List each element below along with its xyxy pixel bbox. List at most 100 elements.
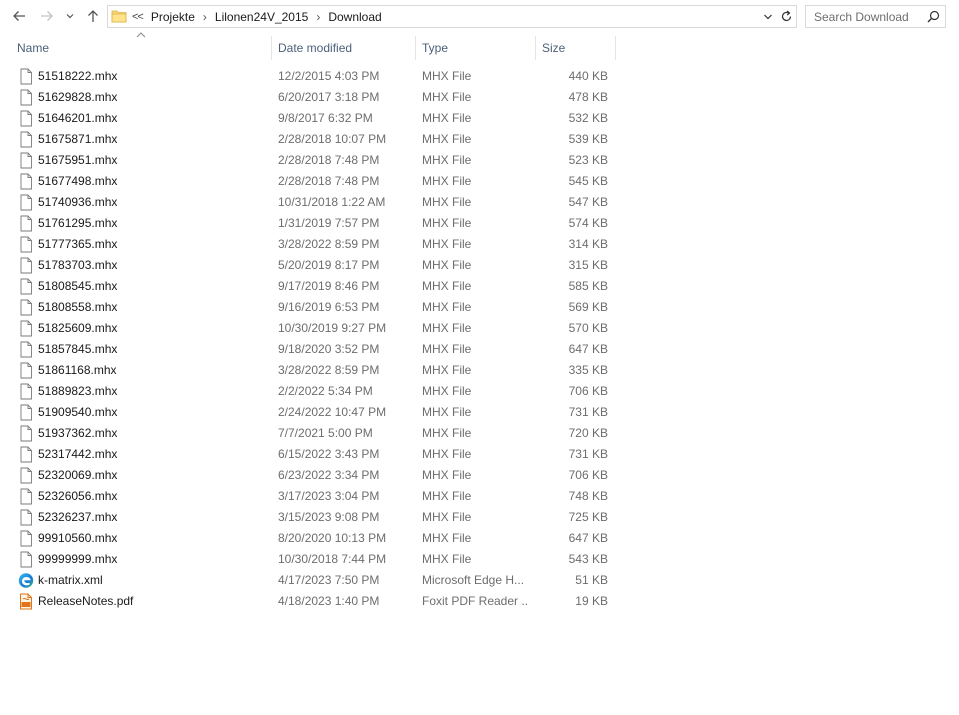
file-type: MHX File xyxy=(422,405,472,419)
column-header-date[interactable]: Date modified xyxy=(272,36,415,60)
refresh-button[interactable] xyxy=(779,9,793,24)
file-size: 647 KB xyxy=(568,531,608,545)
file-icon xyxy=(18,383,34,400)
address-history-button[interactable] xyxy=(762,10,774,24)
chevron-right-icon[interactable]: › xyxy=(316,10,320,24)
file-icon xyxy=(18,446,34,463)
navigation-bar: << Projekte › Lilonen24V_2015 › Download xyxy=(0,0,959,34)
file-row[interactable]: 51675951.mhx 2/28/2018 7:48 PM MHX File 523… xyxy=(0,150,616,171)
search-input[interactable] xyxy=(814,8,924,25)
file-size: 731 KB xyxy=(568,405,608,419)
file-icon xyxy=(18,488,34,505)
column-divider[interactable] xyxy=(615,36,616,60)
file-name: 52320069.mhx xyxy=(38,468,118,482)
file-date-modified: 4/17/2023 7:50 PM xyxy=(278,573,380,587)
file-row[interactable]: 51889823.mhx 2/2/2022 5:34 PM MHX File 706 … xyxy=(0,381,616,402)
file-date-modified: 10/31/2018 1:22 AM xyxy=(278,195,386,209)
file-row[interactable]: 52326056.mhx 3/17/2023 3:04 PM MHX File 748… xyxy=(0,486,616,507)
breadcrumb-overflow[interactable]: << xyxy=(132,11,144,23)
file-icon xyxy=(18,173,34,190)
file-icon xyxy=(18,341,34,358)
column-header-size[interactable]: Size xyxy=(536,36,615,60)
file-name: 52317442.mhx xyxy=(38,447,118,461)
breadcrumb-item-lilonen[interactable]: Lilonen24V_2015 xyxy=(215,10,308,24)
file-list: 51518222.mhx 12/2/2015 4:03 PM MHX File 440… xyxy=(0,66,620,612)
file-row[interactable]: 99910560.mhx 8/20/2020 10:13 PM MHX File 64… xyxy=(0,528,616,549)
file-row[interactable]: 51808558.mhx 9/16/2019 6:53 PM MHX File 569… xyxy=(0,297,616,318)
file-date-modified: 12/2/2015 4:03 PM xyxy=(278,69,380,83)
file-date-modified: 1/31/2019 7:57 PM xyxy=(278,216,380,230)
file-type: MHX File xyxy=(422,384,472,398)
file-row[interactable]: 51861168.mhx 3/28/2022 8:59 PM MHX File 335… xyxy=(0,360,616,381)
file-date-modified: 10/30/2018 7:44 PM xyxy=(278,552,387,566)
file-name: 51808545.mhx xyxy=(38,279,118,293)
address-bar[interactable]: << Projekte › Lilonen24V_2015 › Download xyxy=(107,5,797,28)
file-row[interactable]: 51740936.mhx 10/31/2018 1:22 AM MHX File 54… xyxy=(0,192,616,213)
file-row[interactable]: k-matrix.xml 4/17/2023 7:50 PM Microsoft E… xyxy=(0,570,616,591)
file-name: 51629828.mhx xyxy=(38,90,118,104)
file-icon xyxy=(18,467,34,484)
file-row[interactable]: 51857845.mhx 9/18/2020 3:52 PM MHX File 647… xyxy=(0,339,616,360)
file-row[interactable]: 51808545.mhx 9/17/2019 8:46 PM MHX File 585… xyxy=(0,276,616,297)
file-name: 51675951.mhx xyxy=(38,153,118,167)
file-date-modified: 9/18/2020 3:52 PM xyxy=(278,342,380,356)
file-date-modified: 6/20/2017 3:18 PM xyxy=(278,90,380,104)
file-date-modified: 2/28/2018 7:48 PM xyxy=(278,153,380,167)
recent-locations-button[interactable] xyxy=(63,7,77,25)
column-header-name[interactable]: Name xyxy=(11,36,271,60)
breadcrumb-item-projekte[interactable]: Projekte xyxy=(151,10,195,24)
file-row[interactable]: 52317442.mhx 6/15/2022 3:43 PM MHX File 731… xyxy=(0,444,616,465)
file-row[interactable]: 51825609.mhx 10/30/2019 9:27 PM MHX File 57… xyxy=(0,318,616,339)
file-icon xyxy=(18,404,34,421)
file-name: 51777365.mhx xyxy=(38,237,118,251)
file-size: 570 KB xyxy=(568,321,608,335)
forward-button[interactable] xyxy=(38,7,56,25)
file-type: MHX File xyxy=(422,300,472,314)
file-row[interactable]: 51518222.mhx 12/2/2015 4:03 PM MHX File 440… xyxy=(0,66,616,87)
file-date-modified: 3/28/2022 8:59 PM xyxy=(278,363,380,377)
arrow-up-icon xyxy=(88,10,98,22)
file-row[interactable]: 51777365.mhx 3/28/2022 8:59 PM MHX File 314… xyxy=(0,234,616,255)
edge-icon xyxy=(18,572,34,589)
file-row[interactable]: 51783703.mhx 5/20/2019 8:17 PM MHX File 315… xyxy=(0,255,616,276)
file-row[interactable]: 52326237.mhx 3/15/2023 9:08 PM MHX File 725… xyxy=(0,507,616,528)
file-type: MHX File xyxy=(422,426,472,440)
breadcrumb-item-download[interactable]: Download xyxy=(328,10,381,24)
up-button[interactable] xyxy=(84,7,102,25)
file-row[interactable]: 51629828.mhx 6/20/2017 3:18 PM MHX File 478… xyxy=(0,87,616,108)
pdf-icon xyxy=(18,593,34,610)
file-row[interactable]: 51909540.mhx 2/24/2022 10:47 PM MHX File 73… xyxy=(0,402,616,423)
file-date-modified: 3/15/2023 9:08 PM xyxy=(278,510,380,524)
file-type: MHX File xyxy=(422,90,472,104)
column-header-type-label: Type xyxy=(422,41,449,55)
file-row[interactable]: 51761295.mhx 1/31/2019 7:57 PM MHX File 574… xyxy=(0,213,616,234)
file-row[interactable]: 51675871.mhx 2/28/2018 10:07 PM MHX File 53… xyxy=(0,129,616,150)
file-size: 706 KB xyxy=(568,384,608,398)
back-button[interactable] xyxy=(10,7,28,25)
file-type: MHX File xyxy=(422,216,472,230)
chevron-down-icon xyxy=(764,14,772,20)
chevron-right-icon[interactable]: › xyxy=(203,10,207,24)
file-row[interactable]: 51646201.mhx 9/8/2017 6:32 PM MHX File 532 … xyxy=(0,108,616,129)
search-icon[interactable] xyxy=(927,10,940,23)
file-size: 315 KB xyxy=(568,258,608,272)
file-date-modified: 9/17/2019 8:46 PM xyxy=(278,279,380,293)
file-row[interactable]: 52320069.mhx 6/23/2022 3:34 PM MHX File 706… xyxy=(0,465,616,486)
file-name: 51857845.mhx xyxy=(38,342,118,356)
file-row[interactable]: 99999999.mhx 10/30/2018 7:44 PM MHX File 54… xyxy=(0,549,616,570)
file-type: MHX File xyxy=(422,447,472,461)
file-row[interactable]: 51937362.mhx 7/7/2021 5:00 PM MHX File 720 … xyxy=(0,423,616,444)
file-name: 52326237.mhx xyxy=(38,510,118,524)
file-row[interactable]: ReleaseNotes.pdf 4/18/2023 1:40 PM Foxit P… xyxy=(0,591,616,612)
file-type: MHX File xyxy=(422,531,472,545)
file-type: Foxit PDF Reader ... xyxy=(422,594,528,608)
column-header-type[interactable]: Type xyxy=(416,36,535,60)
file-icon xyxy=(18,110,34,127)
file-row[interactable]: 51677498.mhx 2/28/2018 7:48 PM MHX File 545… xyxy=(0,171,616,192)
file-name: 99910560.mhx xyxy=(38,531,118,545)
file-name: 51761295.mhx xyxy=(38,216,118,230)
column-header-size-label: Size xyxy=(542,41,566,55)
file-size: 539 KB xyxy=(568,132,608,146)
search-box[interactable] xyxy=(805,5,946,28)
file-date-modified: 10/30/2019 9:27 PM xyxy=(278,321,387,335)
